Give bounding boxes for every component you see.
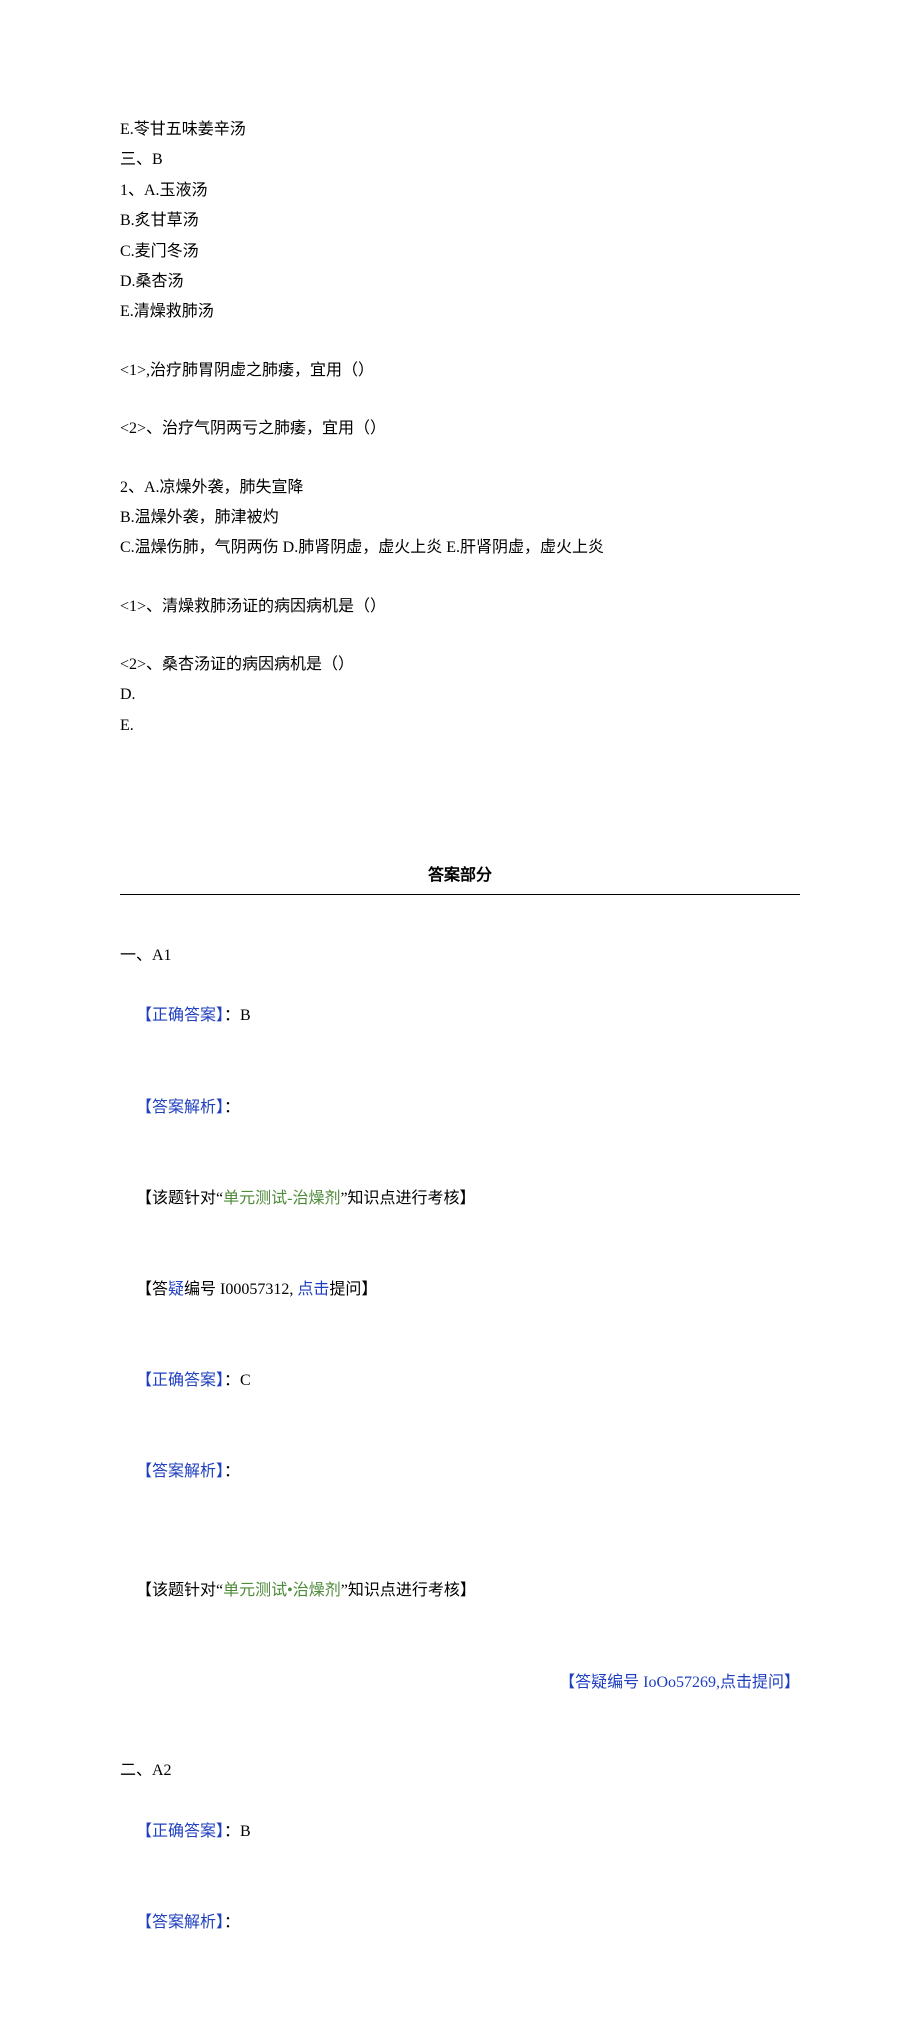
explain-label: 【答案解析】 [136, 1914, 224, 1931]
correct-answer-label: 【正确答案】 [136, 1823, 224, 1840]
ans-a1-faq-1: 【答疑编号 I00057312, 点击提问】 [120, 1245, 800, 1336]
ans-a1-kp-2: 【该题针对“单元测试•治燥剂”知识点进行考核】 [120, 1546, 800, 1637]
ans-a1-explain-1: 【答案解析】： [120, 1062, 800, 1153]
ans-a1-kp-1: 【该题针对“单元测试-治燥剂”知识点进行考核】 [120, 1153, 800, 1244]
ans-a1-explain-2: 【答案解析】： [120, 1427, 800, 1518]
q1-sub2: <2>、治疗气阴两亏之肺痿，宜用（） [120, 414, 800, 444]
q1-option-a: 1、A.玉液汤 [120, 176, 800, 206]
sep: ： [224, 1823, 240, 1840]
sep: ： [224, 1099, 240, 1116]
faq-post: 提问】 [329, 1281, 377, 1298]
q2-option-b: B.温燥外袭，肺津被灼 [120, 503, 800, 533]
correct-answer-label: 【正确答案】 [136, 1372, 224, 1389]
faq-link[interactable]: 点击 [297, 1281, 329, 1298]
q2-option-c: C.温燥伤肺，气阴两伤 D.肺肾阴虚，虚火上炎 E.肝肾阴虚，虚火上炎 [120, 533, 800, 563]
kp-post: ”知识点进行考核】 [340, 1190, 475, 1207]
kp-green: 单元测试-治燥剂 [223, 1190, 340, 1207]
correct-answer-value: B [240, 1823, 251, 1840]
faq-pre: 【答 [136, 1281, 168, 1298]
ans-a1-faq-2: 【答疑编号 IoOo57269,点击提问】 [120, 1637, 800, 1728]
explain-label: 【答案解析】 [136, 1099, 224, 1116]
faq-mid2: 编号 I00057312, [184, 1281, 297, 1298]
explain-label: 【答案解析】 [136, 1463, 224, 1480]
ans-a1-correct-2: 【正确答案】：C [120, 1336, 800, 1427]
correct-answer-value: B [240, 1007, 251, 1024]
q2-option-a: 2、A.凉燥外袭，肺失宣降 [120, 473, 800, 503]
kp-pre: 【该题针对“ [136, 1582, 223, 1599]
q2-line-e: E. [120, 711, 800, 741]
sep: ： [224, 1463, 240, 1480]
ans-a2-explain: 【答案解析】： [120, 1878, 800, 1969]
kp-pre: 【该题针对“ [136, 1190, 223, 1207]
option-e-top: E.苓甘五味姜辛汤 [120, 115, 800, 145]
q1-option-b: B.炙甘草汤 [120, 206, 800, 236]
answers-heading: 答案部分 [120, 861, 800, 894]
ans-a2-correct: 【正确答案】：B [120, 1787, 800, 1878]
q2-sub2: <2>、桑杏汤证的病因病机是（） [120, 650, 800, 680]
ans-a1-section: 一、A1 [120, 941, 800, 971]
sep: ： [224, 1007, 240, 1024]
ans-a2-section: 二、A2 [120, 1756, 800, 1786]
section-three-header: 三、B [120, 145, 800, 175]
document-page: E.苓甘五味姜辛汤 三、B 1、A.玉液汤 B.炙甘草汤 C.麦门冬汤 D.桑杏… [0, 0, 920, 2029]
kp-post: ”知识点进行考核】 [341, 1582, 476, 1599]
q1-option-e: E.清燥救肺汤 [120, 297, 800, 327]
correct-answer-label: 【正确答案】 [136, 1007, 224, 1024]
faq-link-full[interactable]: 【答疑编号 IoOo57269,点击提问】 [559, 1674, 800, 1691]
q2-line-d: D. [120, 680, 800, 710]
q1-option-c: C.麦门冬汤 [120, 237, 800, 267]
q1-option-d: D.桑杏汤 [120, 267, 800, 297]
kp-green: 单元测试•治燥剂 [223, 1582, 341, 1599]
correct-answer-value: C [240, 1372, 251, 1389]
q2-sub1: <1>、清燥救肺汤证的病因病机是（） [120, 592, 800, 622]
q1-sub1: <1>,治疗肺胃阴虚之肺痿，宜用（） [120, 356, 800, 386]
faq-mid1: 疑 [168, 1281, 184, 1298]
ans-a1-correct-1: 【正确答案】：B [120, 971, 800, 1062]
sep: ： [224, 1914, 240, 1931]
sep: ： [224, 1372, 240, 1389]
